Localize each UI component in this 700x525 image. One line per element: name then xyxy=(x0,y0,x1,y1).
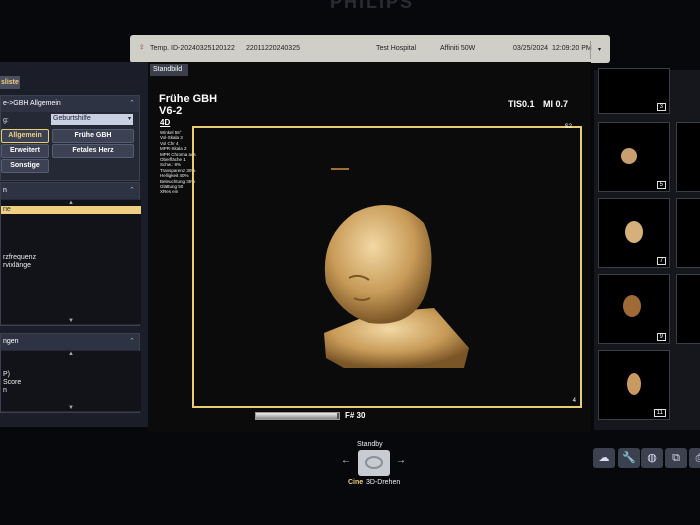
list-item[interactable]: n xyxy=(1,387,141,395)
scroll-down-icon[interactable]: ▼ xyxy=(1,405,141,411)
calculations-list: ▲ P) Score n ▼ xyxy=(1,351,141,411)
list-item[interactable]: rzfrequenz xyxy=(1,254,141,262)
thumbnail[interactable]: 3 xyxy=(598,68,670,114)
tis-value: TIS0.1 xyxy=(508,99,535,109)
trackball-icon xyxy=(365,456,383,469)
thumbnail[interactable]: 5 xyxy=(598,122,670,192)
time: 12:09:20 PM xyxy=(552,45,592,52)
thumbnail[interactable]: 11 xyxy=(598,350,670,420)
corner-number: 4 xyxy=(572,398,576,404)
measurement-panel: n ⌃ ▲ rie rzfrequenz rvixlänge ▼ xyxy=(0,182,141,326)
acquisition-params: Winkel 55° Vol-Skala 3 Vol Chr 4 MPR-Skala … xyxy=(160,130,196,195)
fetal-face-render xyxy=(324,205,469,368)
date: 03/25/2024 xyxy=(513,45,549,52)
exam-id: 22011220240325 xyxy=(246,45,300,52)
exam-type-value: Geburtshilfe xyxy=(53,115,91,122)
printer-icon[interactable]: ⎙ xyxy=(689,448,700,468)
field-label: g: xyxy=(3,117,9,124)
arrow-left-icon[interactable]: ← xyxy=(341,455,351,466)
preset-fruehe-gbh-button[interactable]: Frühe GBH xyxy=(52,129,134,143)
thumbnail[interactable] xyxy=(676,274,700,344)
list-item[interactable]: P) xyxy=(1,371,141,379)
left-panel: sliste e->GBH Allgemein ⌃ g: Geburtshilfe… xyxy=(0,62,148,427)
wrench-icon[interactable]: 🔧 xyxy=(618,448,640,468)
system-name: Affiniti 50W xyxy=(440,45,476,52)
tab-patient-list[interactable]: sliste xyxy=(0,76,20,89)
collapse-icon[interactable]: ⌃ xyxy=(129,186,135,194)
thumbnail[interactable] xyxy=(676,198,700,268)
collapse-icon[interactable]: ⌃ xyxy=(129,99,135,107)
tab-standbild[interactable]: Standbild xyxy=(150,64,188,76)
mode-label: 4D xyxy=(160,118,171,127)
standby-button[interactable] xyxy=(358,450,390,476)
list-item[interactable]: rie xyxy=(1,206,141,214)
exam-type-select[interactable]: Geburtshilfe ▾ xyxy=(51,114,133,125)
list-item[interactable] xyxy=(1,238,141,246)
globe-icon[interactable]: ◍ xyxy=(641,448,663,468)
protocol-panel: e->GBH Allgemein ⌃ g: Geburtshilfe ▾ Allge… xyxy=(0,95,140,181)
collapse-icon[interactable]: ⌃ xyxy=(129,337,135,345)
arrow-right-icon[interactable]: → xyxy=(396,455,406,466)
brand-logo: PHILIPS xyxy=(330,0,415,12)
section-title: n xyxy=(3,187,7,194)
scroll-down-icon[interactable]: ▼ xyxy=(1,318,141,324)
list-item[interactable] xyxy=(1,230,141,238)
cloud-icon[interactable]: ☁ xyxy=(593,448,615,468)
windows-icon[interactable]: ⧉ xyxy=(665,448,687,468)
patient-icon: ♀ xyxy=(138,42,146,53)
cine-slider[interactable] xyxy=(255,412,340,420)
preset-fetales-herz-button[interactable]: Fetales Herz xyxy=(52,144,134,158)
volume-render-frame[interactable]: S2 4 xyxy=(192,124,582,408)
scroll-up-icon[interactable]: ▲ xyxy=(1,351,141,357)
preset-erweitert-button[interactable]: Erweitert xyxy=(1,144,49,158)
preset-sonstige-button[interactable]: Sonstige xyxy=(1,159,49,173)
chevron-down-icon: ▾ xyxy=(127,116,131,122)
calculations-panel: ngen ⌃ ▲ P) Score n ▼ xyxy=(0,333,141,413)
frame-number: F# 30 xyxy=(345,411,366,420)
list-item[interactable]: rvixlänge xyxy=(1,262,141,270)
list-item[interactable] xyxy=(1,246,141,254)
thumbnail-strip: 3 5 7 9 11 xyxy=(594,68,700,430)
list-item[interactable]: Score xyxy=(1,379,141,387)
standby-label: Standby xyxy=(357,441,383,448)
mi-value: MI 0.7 xyxy=(543,99,569,109)
temp-id: Temp. ID-20240325120122 xyxy=(150,45,235,52)
thumbnail[interactable]: 9 xyxy=(598,274,670,344)
hospital: Test Hospital xyxy=(376,45,417,52)
list-item[interactable] xyxy=(1,214,141,222)
probe-name: V6-2 xyxy=(159,105,183,117)
protocol-title: e->GBH Allgemein xyxy=(3,100,61,107)
param-line: XRes ein xyxy=(160,189,179,195)
cine-mode[interactable]: Cine xyxy=(348,479,363,486)
measurement-list: ▲ rie rzfrequenz rvixlänge ▼ xyxy=(1,200,141,324)
gain-label: S2 xyxy=(564,124,572,130)
rotate-3d-mode[interactable]: 3D-Drehen xyxy=(366,479,400,486)
section-title: ngen xyxy=(3,338,19,345)
thumbnail[interactable] xyxy=(676,122,700,192)
patient-header[interactable]: ♀ Temp. ID-20240325120122 22011220240325… xyxy=(130,35,610,63)
cine-slider-fill xyxy=(256,413,338,419)
preset-name: Frühe GBH xyxy=(159,93,218,105)
render-artifact xyxy=(331,168,349,170)
thumbnail[interactable]: 7 xyxy=(598,198,670,268)
preset-allgemein-button[interactable]: Allgemein xyxy=(1,129,49,143)
chevron-down-icon[interactable]: ▾ xyxy=(590,41,608,59)
list-item[interactable] xyxy=(1,222,141,230)
